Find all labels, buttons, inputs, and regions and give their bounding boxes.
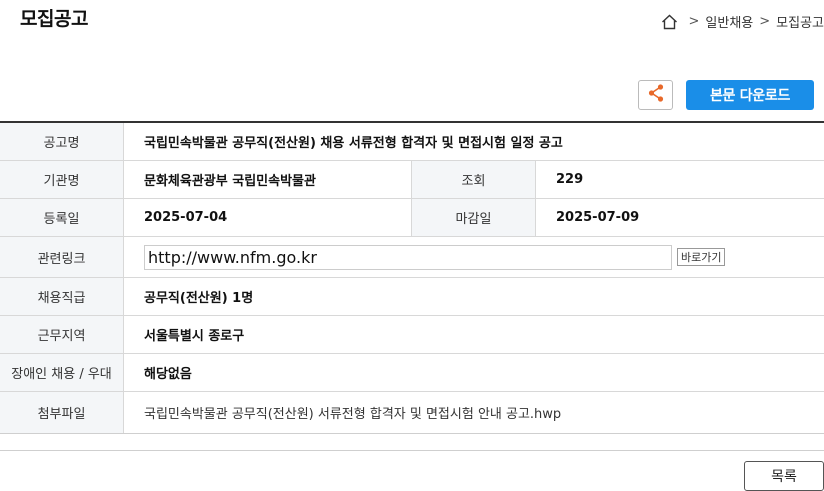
table-row-grade: 채용직급 공무직(전산원) 1명	[0, 278, 824, 316]
region-value: 서울특별시 종로구	[144, 329, 245, 344]
reg-date-label: 등록일	[0, 199, 124, 236]
breadcrumb: > 일반채용 > 모집공고	[661, 12, 824, 31]
deadline-label: 마감일	[412, 199, 536, 236]
breadcrumb-separator: >	[759, 14, 771, 29]
home-icon[interactable]	[661, 13, 679, 31]
table-row-title: 공고명 국립민속박물관 공무직(전산원) 채용 서류전형 합격자 및 면접시험 …	[0, 123, 824, 161]
breadcrumb-item-general-hiring[interactable]: 일반채용	[705, 12, 753, 31]
divider	[0, 450, 824, 451]
disabled-hiring-value: 해당없음	[144, 367, 192, 382]
related-link-field[interactable]: http://www.nfm.go.kr	[144, 244, 672, 270]
go-to-link-button[interactable]: 바로가기	[677, 248, 726, 266]
table-row-agency: 기관명 문화체육관광부 국립민속박물관 조회 229	[0, 161, 824, 199]
attachment-link[interactable]: 국립민속박물관 공무직(전산원) 서류전형 합격자 및 면접시험 안내 공고.h…	[144, 403, 561, 422]
agency-value: 문화체육관광부 국립민속박물관	[124, 161, 412, 198]
related-link-cell: http://www.nfm.go.kr 바로가기	[124, 237, 824, 277]
disabled-hiring-label: 장애인 채용 / 우대	[0, 354, 124, 391]
download-body-button[interactable]: 본문 다운로드	[686, 80, 814, 110]
views-value: 229	[556, 172, 584, 187]
grade-value: 공무직(전산원) 1명	[144, 291, 254, 306]
share-button[interactable]	[638, 80, 673, 110]
views-label: 조회	[412, 161, 536, 198]
deadline-value: 2025-07-09	[556, 210, 640, 225]
table-row-attachment: 첨부파일 국립민속박물관 공무직(전산원) 서류전형 합격자 및 면접시험 안내…	[0, 392, 824, 434]
grade-label: 채용직급	[0, 278, 124, 315]
title-label: 공고명	[0, 123, 124, 160]
list-button[interactable]: 목록	[744, 461, 824, 491]
region-label: 근무지역	[0, 316, 124, 353]
table-row-link: 관련링크 http://www.nfm.go.kr 바로가기	[0, 237, 824, 278]
attachment-label: 첨부파일	[0, 392, 124, 433]
recruitment-info-table: 공고명 국립민속박물관 공무직(전산원) 채용 서류전형 합격자 및 면접시험 …	[0, 121, 824, 434]
attachment-cell: 국립민속박물관 공무직(전산원) 서류전형 합격자 및 면접시험 안내 공고.h…	[124, 392, 824, 433]
related-link-label: 관련링크	[0, 237, 124, 277]
breadcrumb-item-recruitment[interactable]: 모집공고	[776, 12, 824, 31]
share-icon	[647, 83, 665, 107]
table-row-disabled: 장애인 채용 / 우대 해당없음	[0, 354, 824, 392]
agency-label: 기관명	[0, 161, 124, 198]
title-value: 국립민속박물관 공무직(전산원) 채용 서류전형 합격자 및 면접시험 일정 공…	[144, 136, 563, 151]
page-title: 모집공고	[20, 8, 88, 30]
table-row-dates: 등록일 2025-07-04 마감일 2025-07-09	[0, 199, 824, 237]
table-row-region: 근무지역 서울특별시 종로구	[0, 316, 824, 354]
reg-date-value: 2025-07-04	[124, 199, 412, 236]
breadcrumb-separator: >	[688, 14, 700, 29]
